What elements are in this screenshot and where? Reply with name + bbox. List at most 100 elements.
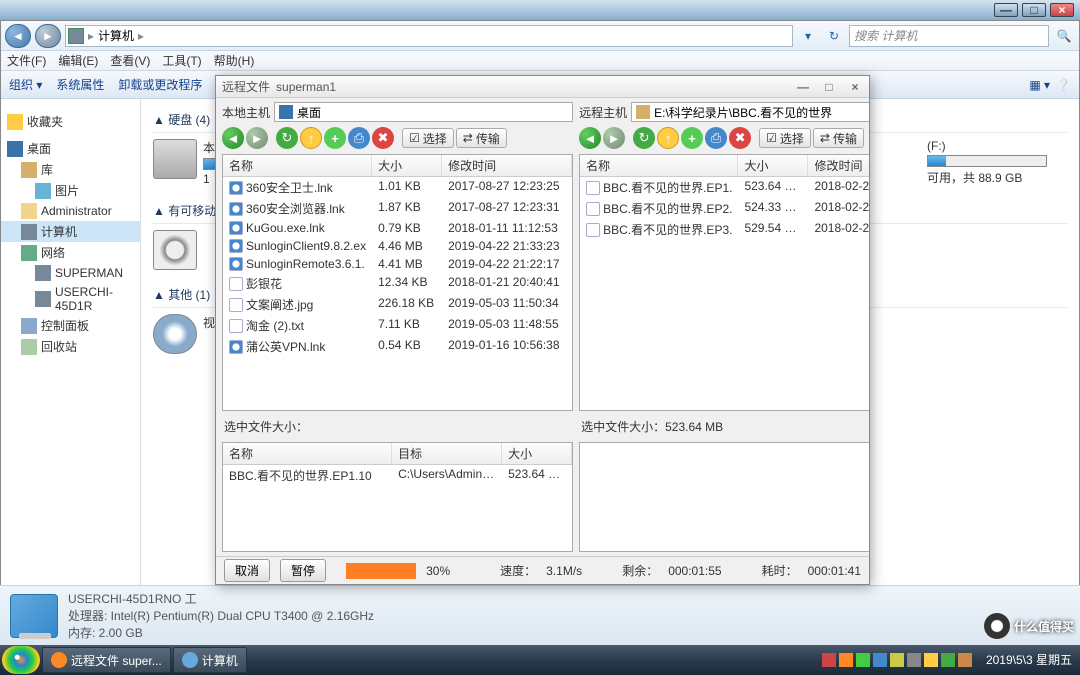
sidebar-favorites[interactable]: 收藏夹 <box>1 111 140 132</box>
col-name[interactable]: 名称 <box>580 155 738 176</box>
up-button[interactable]: ↑ <box>657 127 679 149</box>
back-button[interactable]: ◄ <box>222 127 244 149</box>
sidebar-admin[interactable]: Administrator <box>1 201 140 221</box>
tray-icon[interactable] <box>924 653 938 667</box>
col-size[interactable]: 大小 <box>372 155 442 176</box>
search-icon[interactable]: 🔍 <box>1053 25 1075 47</box>
newfolder-button[interactable]: + <box>324 127 346 149</box>
forward-button[interactable]: ► <box>603 127 625 149</box>
back-button[interactable]: ◄ <box>579 127 601 149</box>
select-button[interactable]: ☑选择 <box>759 128 811 148</box>
tray-icon[interactable] <box>890 653 904 667</box>
drive-dvd[interactable] <box>153 230 197 270</box>
nav-forward-button[interactable]: ► <box>35 24 61 48</box>
refresh-button[interactable]: ↻ <box>633 127 655 149</box>
sidebar-desktop[interactable]: 桌面 <box>1 138 140 159</box>
print-button[interactable]: ⎙ <box>705 127 727 149</box>
file-row[interactable]: BBC.看不见的世界.EP2.524.33 MB2018-02-28 23:14… <box>580 198 869 219</box>
cancel-button[interactable]: 取消 <box>224 559 270 582</box>
col-size[interactable]: 大小 <box>738 155 808 176</box>
sidebar-recycle[interactable]: 回收站 <box>1 336 140 357</box>
tray-icon[interactable] <box>839 653 853 667</box>
maximize-button[interactable]: □ <box>1022 3 1046 17</box>
local-file-list[interactable]: 名称 大小 修改时间 360安全卫士.lnk1.01 KB2017-08-27 … <box>222 154 573 411</box>
system-properties-button[interactable]: 系统属性 <box>56 76 104 93</box>
transfer-button[interactable]: ⇄传输 <box>813 128 864 148</box>
refresh-button[interactable]: ↻ <box>276 127 298 149</box>
qcol-size[interactable]: 大小 <box>502 443 572 464</box>
breadcrumb-item[interactable]: 计算机 <box>98 27 134 44</box>
file-row[interactable]: KuGou.exe.lnk0.79 KB2018-01-11 11:12:53 <box>223 219 572 237</box>
menu-edit[interactable]: 编辑(E) <box>58 52 98 69</box>
queue-row[interactable]: BBC.看不见的世界.EP1.10C:\Users\Administr523.6… <box>223 465 572 486</box>
col-date[interactable]: 修改时间 <box>442 155 572 176</box>
qcol-target[interactable]: 目标 <box>392 443 502 464</box>
tray-icon[interactable] <box>941 653 955 667</box>
organize-button[interactable]: 组织 ▾ <box>9 76 42 93</box>
view-options-button[interactable]: ▦ ▾ <box>1029 78 1050 92</box>
col-name[interactable]: 名称 <box>223 155 372 176</box>
col-date[interactable]: 修改时间 <box>808 155 869 176</box>
minimize-button[interactable]: — <box>994 3 1018 17</box>
select-button[interactable]: ☑选择 <box>402 128 454 148</box>
file-row[interactable]: 360安全浏览器.lnk1.87 KB2017-08-27 12:23:31 <box>223 198 572 219</box>
file-row[interactable]: 蒲公英VPN.lnk0.54 KB2019-01-16 10:56:38 <box>223 336 572 357</box>
pause-button[interactable]: 暂停 <box>280 559 326 582</box>
file-row[interactable]: SunloginRemote3.6.1.4.41 MB2019-04-22 21… <box>223 255 572 273</box>
remote-file-list[interactable]: 名称 大小 修改时间 BBC.看不见的世界.EP1.523.64 MB2018-… <box>579 154 869 411</box>
dialog-minimize[interactable]: — <box>795 80 811 94</box>
menu-help[interactable]: 帮助(H) <box>214 52 255 69</box>
drive-other[interactable]: 视 <box>153 314 215 354</box>
tray-icon[interactable] <box>822 653 836 667</box>
tray-icon[interactable] <box>856 653 870 667</box>
file-row[interactable]: 彭银花12.34 KB2018-01-21 20:40:41 <box>223 273 572 294</box>
file-row[interactable]: SunloginClient9.8.2.ex4.46 MB2019-04-22 … <box>223 237 572 255</box>
qcol-name[interactable]: 名称 <box>223 443 392 464</box>
address-bar[interactable]: ▸ 计算机 ▸ <box>65 25 793 47</box>
tray-icon[interactable] <box>873 653 887 667</box>
drive-f[interactable]: (F:) 可用，共 88.9 GB <box>927 139 1047 186</box>
uninstall-button[interactable]: 卸载或更改程序 <box>118 76 202 93</box>
menu-tools[interactable]: 工具(T) <box>162 52 201 69</box>
sidebar-pictures[interactable]: 图片 <box>1 180 140 201</box>
taskbar-item-computer[interactable]: 计算机 <box>173 647 247 673</box>
file-row[interactable]: 360安全卫士.lnk1.01 KB2017-08-27 12:23:25 <box>223 177 572 198</box>
up-button[interactable]: ↑ <box>300 127 322 149</box>
menu-view[interactable]: 查看(V) <box>110 52 150 69</box>
transfer-queue[interactable]: 名称 目标 大小 BBC.看不见的世界.EP1.10C:\Users\Admin… <box>222 442 573 552</box>
start-button[interactable] <box>2 646 40 674</box>
close-button[interactable]: × <box>1050 3 1074 17</box>
forward-button[interactable]: ► <box>246 127 268 149</box>
sidebar-network[interactable]: 网络 <box>1 242 140 263</box>
dialog-close[interactable]: × <box>847 80 863 94</box>
sidebar-userchi[interactable]: USERCHI-45D1R <box>1 283 140 315</box>
newfolder-button[interactable]: + <box>681 127 703 149</box>
transfer-button[interactable]: ⇄传输 <box>456 128 507 148</box>
taskbar-clock[interactable]: 2019\5\3 星期五 <box>980 654 1078 667</box>
dialog-titlebar[interactable]: 远程文件 superman1 — □ × <box>216 76 869 98</box>
file-row[interactable]: 淘金 (2).txt7.11 KB2019-05-03 11:48:55 <box>223 315 572 336</box>
file-row[interactable]: BBC.看不见的世界.EP3.529.54 MB2018-02-28 23:14… <box>580 219 869 240</box>
taskbar-item-transfer[interactable]: 远程文件 super... <box>42 647 171 673</box>
remote-queue[interactable] <box>579 442 869 552</box>
help-icon[interactable]: ❔ <box>1056 78 1071 92</box>
search-input[interactable]: 搜索 计算机 <box>849 25 1049 47</box>
sidebar-controlpanel[interactable]: 控制面板 <box>1 315 140 336</box>
address-dropdown[interactable]: ▾ <box>797 25 819 47</box>
print-button[interactable]: ⎙ <box>348 127 370 149</box>
remote-path-input[interactable]: E:\科学纪录片\BBC.看不见的世界 <box>631 102 869 122</box>
file-row[interactable]: BBC.看不见的世界.EP1.523.64 MB2018-02-28 23:14… <box>580 177 869 198</box>
refresh-button[interactable]: ↻ <box>823 25 845 47</box>
local-path-input[interactable]: 桌面 <box>274 102 573 122</box>
sidebar-library[interactable]: 库 <box>1 159 140 180</box>
sidebar-superman[interactable]: SUPERMAN <box>1 263 140 283</box>
nav-back-button[interactable]: ◄ <box>5 24 31 48</box>
delete-button[interactable]: ✖ <box>729 127 751 149</box>
tray-icon[interactable] <box>907 653 921 667</box>
menu-file[interactable]: 文件(F) <box>7 52 46 69</box>
file-row[interactable]: 文案阐述.jpg226.18 KB2019-05-03 11:50:34 <box>223 294 572 315</box>
sidebar-computer[interactable]: 计算机 <box>1 221 140 242</box>
dialog-maximize[interactable]: □ <box>821 80 837 94</box>
tray-icon[interactable] <box>958 653 972 667</box>
delete-button[interactable]: ✖ <box>372 127 394 149</box>
